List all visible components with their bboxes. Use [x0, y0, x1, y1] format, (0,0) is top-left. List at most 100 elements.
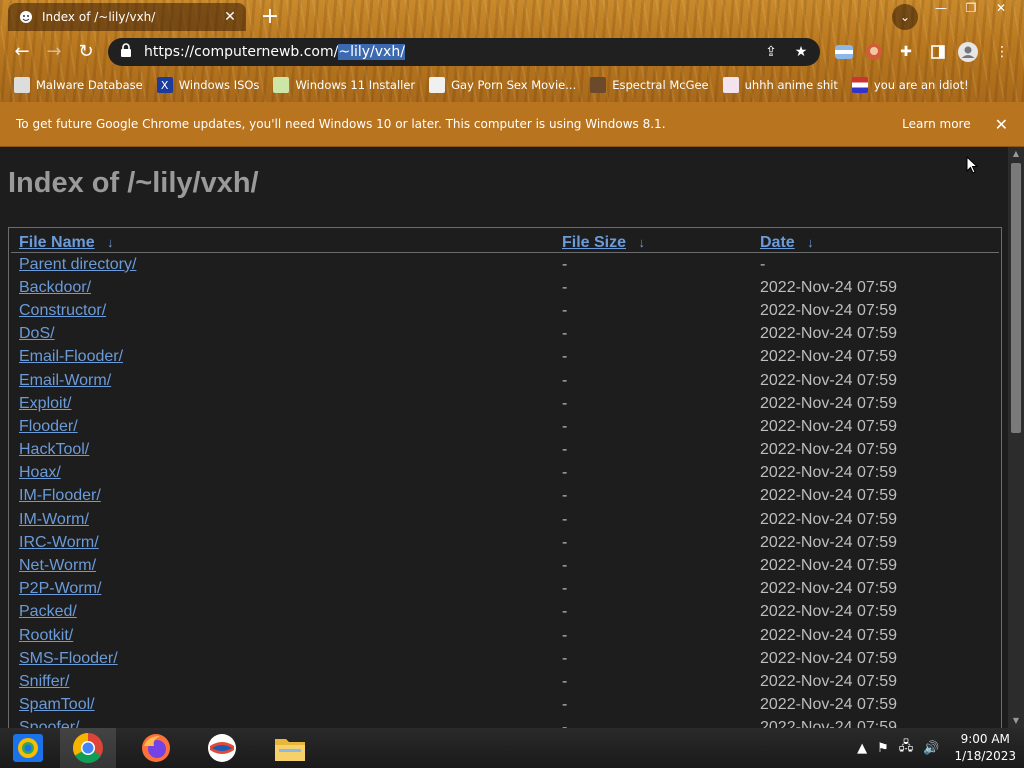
table-row: SMS-Flooder/ - 2022-Nov-24 07:59: [11, 647, 999, 670]
table-row: IM-Flooder/ - 2022-Nov-24 07:59: [11, 485, 999, 508]
directory-link[interactable]: SpamTool/: [19, 696, 95, 713]
extension-flag-icon[interactable]: [832, 40, 856, 64]
table-row: Flooder/ - 2022-Nov-24 07:59: [11, 415, 999, 438]
infobar-message: To get future Google Chrome updates, you…: [16, 117, 666, 131]
bookmark-star-icon[interactable]: ★: [790, 44, 812, 60]
directory-link[interactable]: Constructor/: [19, 302, 106, 319]
directory-link[interactable]: Exploit/: [19, 395, 71, 412]
restore-button[interactable]: ❐: [956, 0, 986, 18]
forward-button[interactable]: →: [42, 40, 66, 64]
address-bar[interactable]: https://computernewb.com/~lily/vxh/ ⇪ ★: [108, 38, 820, 66]
date-cell: 2022-Nov-24 07:59: [760, 301, 897, 319]
minimize-button[interactable]: —: [926, 0, 956, 18]
file-explorer-icon: [275, 739, 305, 761]
table-row: Packed/ - 2022-Nov-24 07:59: [11, 601, 999, 624]
bookmark-gay-porn-sex-movie[interactable]: Gay Porn Sex Movie...: [429, 77, 576, 93]
file-size-cell: -: [562, 301, 568, 319]
date-cell: 2022-Nov-24 07:59: [760, 371, 897, 389]
show-hidden-icons-icon[interactable]: ▲: [857, 741, 867, 756]
bookmark-espectral-mcgee[interactable]: Espectral McGee: [590, 77, 709, 93]
bookmark-malware-database[interactable]: Malware Database: [14, 77, 143, 93]
directory-link[interactable]: HackTool/: [19, 441, 89, 458]
directory-link[interactable]: Net-Worm/: [19, 557, 96, 574]
new-tab-button[interactable]: +: [258, 5, 282, 29]
sort-by-date-link[interactable]: Date: [760, 234, 795, 251]
reload-button[interactable]: ↻: [74, 40, 98, 64]
table-row: Backdoor/ - 2022-Nov-24 07:59: [11, 276, 999, 299]
profile-avatar-icon[interactable]: [956, 40, 980, 64]
menu-kebab-icon[interactable]: ⋮: [990, 40, 1014, 64]
taskbar-clock[interactable]: 9:00 AM 1/18/2023: [954, 731, 1016, 765]
taskbar-file-explorer[interactable]: [262, 728, 318, 768]
directory-link[interactable]: P2P-Worm/: [19, 580, 101, 597]
url-text[interactable]: https://computernewb.com/~lily/vxh/: [144, 44, 760, 60]
directory-link[interactable]: SMS-Flooder/: [19, 650, 118, 667]
directory-link[interactable]: IM-Worm/: [19, 511, 89, 528]
directory-link[interactable]: Sniffer/: [19, 673, 69, 690]
table-row: Exploit/ - 2022-Nov-24 07:59: [11, 392, 999, 415]
file-size-cell: -: [562, 278, 568, 296]
directory-link[interactable]: Email-Worm/: [19, 372, 111, 389]
scrollbar-thumb[interactable]: [1011, 163, 1021, 433]
bookmark-windows-isos[interactable]: X Windows ISOs: [156, 77, 259, 93]
extension-avatar-icon[interactable]: [862, 40, 886, 64]
date-cell: 2022-Nov-24 07:59: [760, 603, 897, 621]
tab-search-button[interactable]: ⌄: [892, 4, 918, 30]
sort-by-size-link[interactable]: File Size: [562, 234, 626, 251]
directory-link[interactable]: DoS/: [19, 325, 55, 342]
directory-link[interactable]: Hoax/: [19, 464, 61, 481]
table-row: P2P-Worm/ - 2022-Nov-24 07:59: [11, 578, 999, 601]
table-body: Parent directory/ - - Backdoor/ - 2022-Nov-24…: [9, 253, 1001, 728]
file-size-cell: -: [562, 371, 568, 389]
sort-arrow-icon: ↓: [107, 235, 114, 250]
bookmark-uhhh-anime-shit[interactable]: uhhh anime shit: [722, 77, 838, 93]
bookmark-you-are-an-idiot[interactable]: you are an idiot!: [851, 77, 969, 93]
directory-link[interactable]: IRC-Worm/: [19, 534, 99, 551]
file-size-cell: -: [562, 464, 568, 482]
date-cell: 2022-Nov-24 07:59: [760, 719, 897, 728]
scroll-up-arrow-icon[interactable]: ▲: [1008, 147, 1024, 161]
vertical-scrollbar[interactable]: ▲ ▼: [1008, 147, 1024, 728]
directory-link[interactable]: Rootkit/: [19, 627, 73, 644]
active-tab[interactable]: Index of /~lily/vxh/ ✕: [8, 3, 246, 31]
firefox-icon: [142, 734, 170, 762]
page-content: Index of /~lily/vxh/ File Name ↓ File Si…: [0, 147, 1008, 728]
file-size-cell: -: [562, 487, 568, 505]
directory-link[interactable]: Email-Flooder/: [19, 348, 123, 365]
extensions-puzzle-icon[interactable]: ✚: [894, 40, 918, 64]
window-close-button[interactable]: ✕: [986, 0, 1016, 18]
directory-link[interactable]: Flooder/: [19, 418, 78, 435]
taskbar-chrome[interactable]: [60, 728, 116, 768]
learn-more-link[interactable]: Learn more: [902, 117, 970, 131]
window-controls: — ❐ ✕: [926, 0, 1016, 18]
tab-close-icon[interactable]: ✕: [222, 9, 238, 25]
file-size-cell: -: [562, 510, 568, 528]
directory-link[interactable]: Spoofer/: [19, 719, 79, 728]
network-icon[interactable]: 🖧: [899, 737, 914, 759]
side-panel-icon[interactable]: [926, 40, 950, 64]
directory-link[interactable]: IM-Flooder/: [19, 487, 101, 504]
image-icon: [273, 77, 290, 93]
browser-frame: Index of /~lily/vxh/ ✕ + ⌄ — ❐ ✕ ← → ↻ h…: [0, 0, 1024, 102]
directory-link[interactable]: Backdoor/: [19, 279, 91, 296]
directory-link[interactable]: Parent directory/: [19, 256, 136, 273]
file-size-cell: -: [562, 603, 568, 621]
file-size-cell: -: [562, 580, 568, 598]
volume-icon[interactable]: 🔊: [923, 741, 939, 756]
sort-by-name-link[interactable]: File Name: [19, 234, 95, 251]
directory-link[interactable]: Packed/: [19, 603, 77, 620]
action-center-flag-icon[interactable]: ⚑: [877, 741, 889, 756]
date-cell: 2022-Nov-24 07:59: [760, 510, 897, 528]
lock-icon[interactable]: [120, 43, 136, 61]
date-cell: 2022-Nov-24 07:59: [760, 325, 897, 343]
share-icon[interactable]: ⇪: [760, 44, 782, 60]
start-button[interactable]: [0, 728, 56, 768]
taskbar-opera[interactable]: [194, 728, 250, 768]
taskbar-firefox[interactable]: [128, 728, 184, 768]
bookmark-windows-11-installer[interactable]: Windows 11 Installer: [273, 77, 415, 93]
infobar-close-icon[interactable]: ✕: [995, 115, 1008, 134]
scroll-down-arrow-icon[interactable]: ▼: [1008, 714, 1024, 728]
table-row: Spoofer/ - 2022-Nov-24 07:59: [11, 717, 999, 728]
back-button[interactable]: ←: [10, 40, 34, 64]
chevron-down-icon: ⌄: [899, 10, 911, 24]
